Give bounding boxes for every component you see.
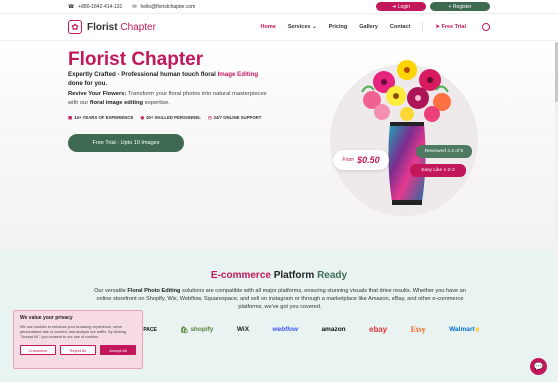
phone-number: +880-1842-414-131 bbox=[78, 3, 123, 10]
clock-icon: ◷ bbox=[207, 115, 212, 120]
email-contact[interactable]: ✉ hello@floristchapter.com bbox=[132, 4, 195, 10]
feature-experience: ▣ 14+ YEARS OF EXPERIENCE bbox=[68, 115, 133, 121]
title-part-3: Ready bbox=[317, 270, 348, 281]
feature-label: 14+ YEARS OF EXPERIENCE bbox=[74, 115, 134, 120]
ebay-logo: ebay bbox=[369, 325, 388, 334]
register-label: Register bbox=[452, 3, 472, 10]
email-icon: ✉ bbox=[132, 3, 137, 10]
phone-icon: ☎ bbox=[68, 3, 75, 10]
easy-badge: Easy Like 1-2-3 bbox=[410, 164, 466, 177]
feature-support: ◷ 24/7 ONLINE SUPPORT bbox=[208, 115, 262, 121]
amazon-logo: amazon bbox=[321, 326, 346, 333]
cookie-consent-banner: We value your privacy We use cookies to … bbox=[13, 310, 143, 369]
price-from: From bbox=[342, 157, 355, 163]
logo-icon[interactable]: ✿ bbox=[68, 20, 82, 34]
shopify-label: shopify bbox=[190, 326, 214, 333]
nav-pricing[interactable]: Pricing bbox=[329, 24, 348, 30]
webflow-logo: webflow bbox=[272, 326, 299, 333]
people-icon: ◉ bbox=[140, 115, 145, 120]
cookie-title: We value your privacy bbox=[20, 315, 73, 321]
nav-home[interactable]: Home bbox=[261, 24, 276, 30]
title-part-1: E-commerce bbox=[210, 270, 271, 281]
login-icon: ➜ bbox=[392, 3, 397, 10]
feature-personnel: ◉ 40+ SKILLED PERSONNEL bbox=[140, 115, 201, 121]
search-icon[interactable] bbox=[482, 23, 490, 31]
free-trial-label: Free Trial bbox=[441, 24, 466, 30]
nav-divider bbox=[422, 22, 424, 32]
ecommerce-title: E-commerce Platform Ready bbox=[0, 270, 558, 281]
eco-desc-start: Our versatile bbox=[94, 288, 128, 294]
shopify-logo: 🛍 shopify bbox=[180, 326, 213, 334]
eco-desc-bold: Floral Photo Editing bbox=[127, 288, 181, 294]
hero-title: Florist Chapter bbox=[68, 49, 204, 70]
desc-bold: Revive Your Flowers: bbox=[68, 91, 127, 97]
subtitle-highlight: Image Editing bbox=[217, 71, 259, 78]
shopify-bag-icon: 🛍 bbox=[180, 326, 189, 334]
price-value: $0.50 bbox=[357, 155, 380, 165]
main-nav: ✿ Florist Chapter Home Services ⌄ Pricin… bbox=[0, 14, 558, 41]
title-part-2: Platform bbox=[273, 270, 315, 281]
etsy-logo: Etsy bbox=[410, 325, 426, 334]
price-tag: From $0.50 bbox=[333, 150, 389, 170]
walmart-logo: Walmart ✳ bbox=[449, 326, 480, 334]
feature-label: 24/7 ONLINE SUPPORT bbox=[213, 115, 262, 120]
flower-vase-image bbox=[361, 60, 451, 205]
calendar-icon: ▣ bbox=[68, 115, 73, 120]
review-badge: Reviewed 4.3 of 5 bbox=[416, 145, 472, 158]
chat-icon[interactable]: 💬 bbox=[530, 358, 547, 375]
desc-end: expertise. bbox=[143, 99, 170, 106]
hero-description: Revive Your Flowers: Transform your flor… bbox=[68, 90, 278, 107]
subtitle-end: done for you. bbox=[68, 80, 108, 87]
platform-logos: SPACE 🛍 shopify WiX webflow amazon ebay … bbox=[140, 325, 480, 334]
desc-bold2: floral image editing bbox=[89, 99, 144, 106]
nav-free-trial[interactable]: ➤ Free Trial bbox=[435, 24, 466, 30]
reject-all-button[interactable]: Reject All bbox=[60, 345, 96, 355]
login-button[interactable]: ➜ Login bbox=[376, 2, 426, 11]
phone-contact[interactable]: ☎ +880-1842-414-131 bbox=[68, 4, 122, 10]
top-bar: ☎ +880-1842-414-131 ✉ hello@floristchapt… bbox=[0, 0, 558, 14]
register-button[interactable]: + Register bbox=[430, 2, 490, 11]
ecommerce-description: Our versatile Floral Photo Editing solut… bbox=[90, 287, 470, 311]
email-address: hello@floristchapter.com bbox=[140, 3, 196, 10]
send-icon: ➤ bbox=[435, 24, 440, 30]
hero-subtitle: Expertly Crafted - Professional human to… bbox=[68, 70, 268, 88]
nav-services-label: Services bbox=[287, 24, 311, 30]
nav-contact[interactable]: Contact bbox=[390, 24, 410, 30]
chevron-down-icon: ⌄ bbox=[311, 24, 317, 30]
accept-all-button[interactable]: Accept All bbox=[100, 345, 136, 355]
subtitle-start: Expertly Crafted - Professional human to… bbox=[68, 71, 218, 78]
brand-first: Florist bbox=[87, 21, 118, 33]
nav-gallery[interactable]: Gallery bbox=[359, 24, 378, 30]
cookie-text: We use cookies to enhance your browsing … bbox=[20, 325, 127, 339]
free-trial-cta-button[interactable]: Free Trial - Upto 10 Images bbox=[68, 134, 184, 152]
spark-icon: ✳ bbox=[474, 326, 480, 334]
wix-logo: WiX bbox=[236, 326, 250, 333]
login-label: Login bbox=[397, 3, 410, 10]
brand-second: Chapter bbox=[120, 21, 156, 33]
feature-label: 40+ SKILLED PERSONNEL bbox=[146, 115, 201, 120]
user-icon: + bbox=[448, 3, 452, 10]
nav-services[interactable]: Services ⌄ bbox=[288, 24, 317, 30]
walmart-label: Walmart bbox=[449, 326, 475, 333]
brand-name[interactable]: Florist Chapter bbox=[87, 22, 156, 33]
customize-button[interactable]: Customize bbox=[20, 345, 56, 355]
feature-list: ▣ 14+ YEARS OF EXPERIENCE ◉ 40+ SKILLED PE… bbox=[68, 115, 261, 121]
